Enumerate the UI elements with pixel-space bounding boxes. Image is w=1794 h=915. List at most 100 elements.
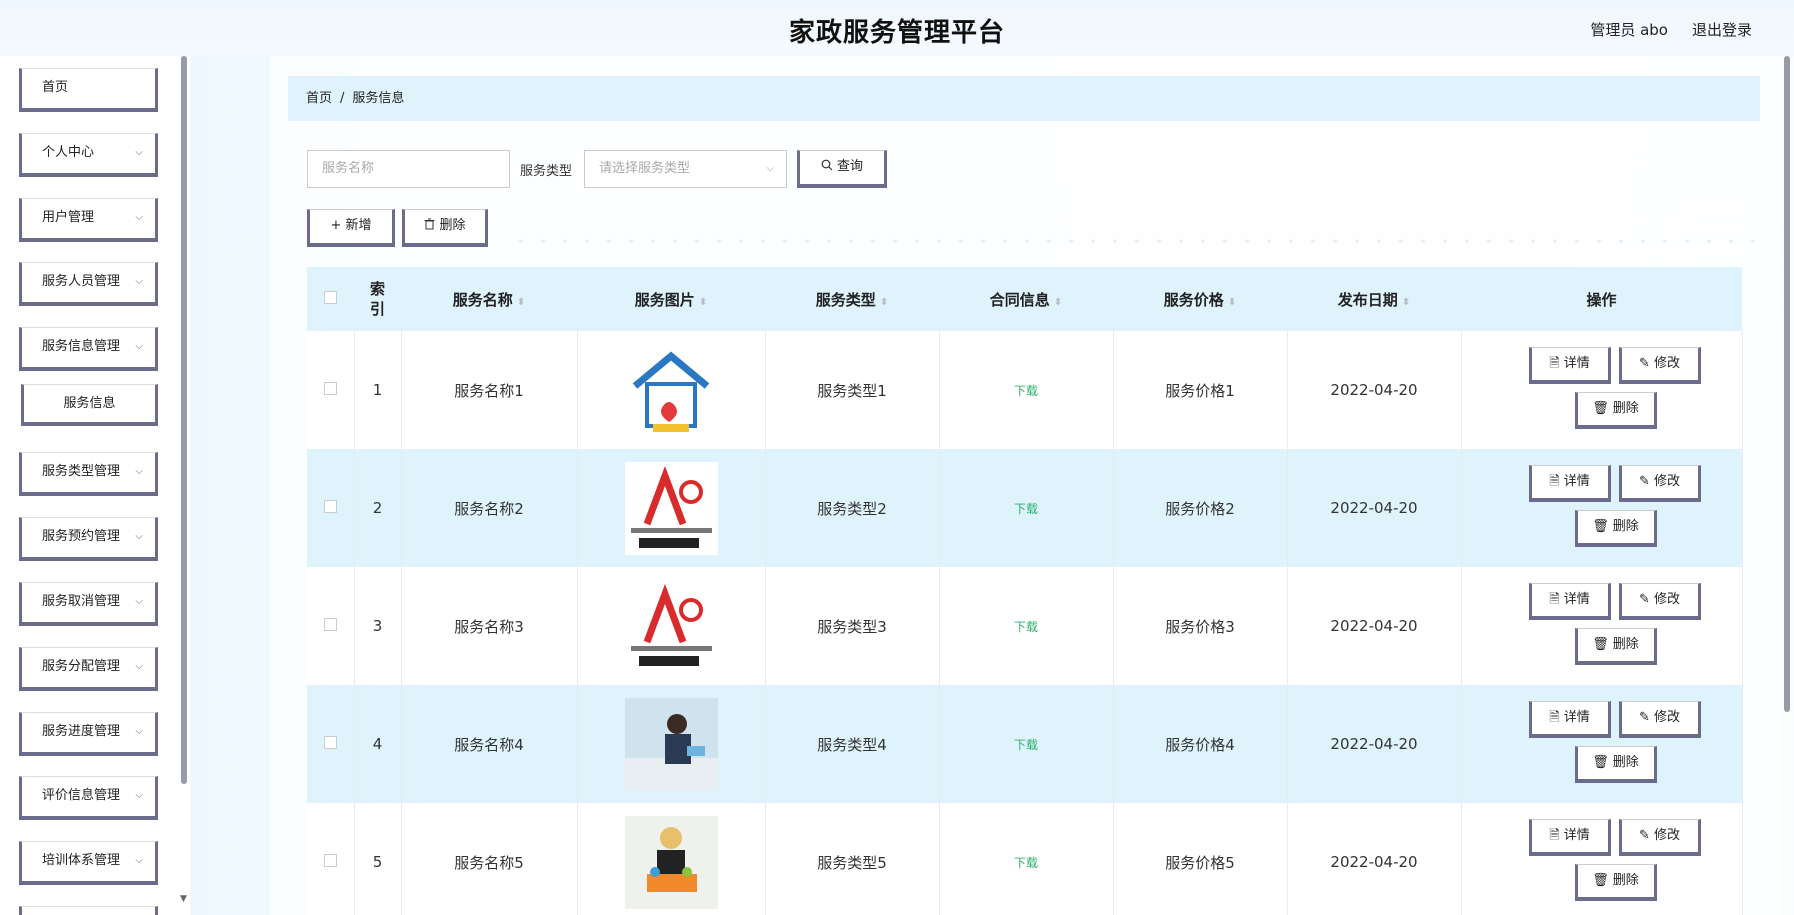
chevron-down-icon: ⌵ <box>135 596 143 607</box>
service-image[interactable] <box>624 461 718 555</box>
sidebar-item-personal-center[interactable]: 个人中心 ⌵ <box>19 133 158 177</box>
edit-button[interactable]: ✎ 修改 <box>1618 583 1701 620</box>
sidebar-item-label: 培训体系管理 <box>42 853 121 868</box>
delete-button[interactable]: 🗑 删除 <box>1574 746 1657 783</box>
edit-button[interactable]: ✎ 修改 <box>1618 465 1701 502</box>
delete-button[interactable]: 🗑 删除 <box>1574 628 1657 665</box>
service-image[interactable] <box>624 579 718 673</box>
delete-label: 删除 <box>1612 519 1639 534</box>
edit-button[interactable]: ✎ 修改 <box>1618 701 1701 738</box>
delete-button[interactable]: 🗑 删除 <box>1574 510 1657 547</box>
row-checkbox[interactable] <box>323 736 337 749</box>
row-select-cell <box>307 803 355 915</box>
row-price: 服务价格1 <box>1113 331 1288 449</box>
sidebar-item-assignment-management[interactable]: 服务分配管理 ⌵ <box>19 647 158 691</box>
top-header: 家政服务管理平台 管理员 abo 退出登录 <box>0 0 1794 56</box>
document-icon: 🗎 <box>1549 592 1560 607</box>
download-link[interactable]: 下载 <box>1014 856 1038 870</box>
row-date: 2022-04-20 <box>1287 331 1462 449</box>
header-service-name[interactable]: 服务名称 ⬍ <box>401 267 577 331</box>
sidebar-item-booking-management[interactable]: 服务预约管理 ⌵ <box>19 517 158 561</box>
chevron-down-icon: ⌵ <box>135 341 143 352</box>
row-service-type: 服务类型4 <box>765 685 940 803</box>
row-checkbox[interactable] <box>323 618 337 631</box>
row-price: 服务价格4 <box>1113 685 1288 803</box>
select-all-checkbox[interactable] <box>324 291 337 304</box>
row-index: 1 <box>354 331 402 449</box>
sidebar-item-staff-management[interactable]: 服务人员管理 ⌵ <box>19 262 158 306</box>
table-row: 3 服务名称3 服务类型3 下载 服务价格3 2022-04-20 🗎 详情 ✎ 修… <box>307 567 1743 685</box>
row-checkbox[interactable] <box>323 500 337 513</box>
sort-icon[interactable]: ⬍ <box>1228 297 1236 308</box>
detail-button[interactable]: 🗎 详情 <box>1528 347 1611 384</box>
sidebar-subitem-service-info[interactable]: 服务信息 <box>21 384 158 426</box>
pencil-icon: ✎ <box>1639 474 1650 489</box>
sidebar-item-user-management[interactable]: 用户管理 ⌵ <box>19 198 158 242</box>
download-link[interactable]: 下载 <box>1014 502 1038 516</box>
detail-button[interactable]: 🗎 详情 <box>1528 465 1611 502</box>
row-service-image-cell <box>577 331 766 449</box>
trash-icon: 🗑 <box>1592 401 1609 416</box>
sidebar-item-partial[interactable] <box>19 906 158 915</box>
sidebar-item-label: 服务预约管理 <box>42 529 121 544</box>
sidebar-item-service-info-management[interactable]: 服务信息管理 ⌵ <box>19 327 158 371</box>
header-label: 服务类型 <box>815 290 876 309</box>
header-service-type[interactable]: 服务类型 ⬍ <box>765 267 939 331</box>
service-image[interactable] <box>624 815 718 909</box>
sort-icon[interactable]: ⬍ <box>880 297 888 308</box>
sidebar-item-home[interactable]: 首页 <box>19 68 158 112</box>
row-service-name: 服务名称2 <box>401 449 578 567</box>
add-button[interactable]: + 新增 <box>307 209 395 247</box>
page-scrollbar[interactable] <box>1784 56 1790 712</box>
logout-link[interactable]: 退出登录 <box>1692 19 1752 40</box>
sort-icon[interactable]: ⬍ <box>1402 297 1410 308</box>
service-type-select[interactable]: 请选择服务类型 ⌵ <box>584 150 787 188</box>
service-name-input[interactable]: 服务名称 <box>307 150 510 188</box>
delete-button[interactable]: 🗑 删除 <box>1574 392 1657 429</box>
detail-button[interactable]: 🗎 详情 <box>1528 701 1611 738</box>
chevron-down-icon: ⌵ <box>135 212 143 223</box>
service-image[interactable] <box>624 697 718 791</box>
row-actions: 🗎 详情 ✎ 修改 🗑 删除 <box>1462 449 1742 567</box>
download-link[interactable]: 下载 <box>1014 620 1038 634</box>
scroll-down-icon[interactable]: ▼ <box>180 894 187 904</box>
download-link[interactable]: 下载 <box>1014 738 1038 752</box>
sidebar-item-progress-management[interactable]: 服务进度管理 ⌵ <box>19 712 158 756</box>
edit-button[interactable]: ✎ 修改 <box>1618 347 1701 384</box>
sort-icon[interactable]: ⬍ <box>699 297 707 308</box>
sidebar-item-service-type-management[interactable]: 服务类型管理 ⌵ <box>19 452 158 496</box>
sidebar-scrollbar[interactable] <box>181 56 187 784</box>
download-link[interactable]: 下载 <box>1014 384 1038 398</box>
edit-button[interactable]: ✎ 修改 <box>1618 819 1701 856</box>
header-date[interactable]: 发布日期 ⬍ <box>1287 267 1461 331</box>
detail-label: 详情 <box>1563 592 1590 607</box>
delete-button[interactable]: 🗑 删除 <box>1574 864 1657 901</box>
sort-icon[interactable]: ⬍ <box>517 297 525 308</box>
select-all-header <box>307 267 354 331</box>
row-service-name: 服务名称4 <box>401 685 578 803</box>
breadcrumb-separator: / <box>340 91 345 106</box>
service-image[interactable] <box>624 343 718 437</box>
pencil-icon: ✎ <box>1639 592 1650 607</box>
batch-delete-button[interactable]: 删除 <box>402 209 488 247</box>
query-button[interactable]: 查询 <box>797 150 887 188</box>
detail-button[interactable]: 🗎 详情 <box>1528 583 1611 620</box>
row-checkbox[interactable] <box>323 382 337 395</box>
row-service-image-cell <box>577 803 766 915</box>
row-checkbox[interactable] <box>323 854 337 867</box>
detail-button[interactable]: 🗎 详情 <box>1528 819 1611 856</box>
header-contract[interactable]: 合同信息 ⬍ <box>939 267 1113 331</box>
delete-label: 删除 <box>439 218 466 233</box>
row-price: 服务价格5 <box>1113 803 1288 915</box>
header-price[interactable]: 服务价格 ⬍ <box>1113 267 1287 331</box>
row-service-image-cell <box>577 685 766 803</box>
sort-icon[interactable]: ⬍ <box>1054 297 1062 308</box>
row-select-cell <box>307 331 355 449</box>
sidebar-item-review-management[interactable]: 评价信息管理 ⌵ <box>19 776 158 820</box>
breadcrumb-home[interactable]: 首页 <box>306 91 332 106</box>
header-service-image[interactable]: 服务图片 ⬍ <box>577 267 765 331</box>
row-actions-cell: 🗎 详情 ✎ 修改 🗑 删除 <box>1461 449 1743 567</box>
sidebar-item-training-management[interactable]: 培训体系管理 ⌵ <box>19 841 158 885</box>
sidebar-item-cancel-management[interactable]: 服务取消管理 ⌵ <box>19 582 158 626</box>
header-label: 发布日期 <box>1337 290 1398 309</box>
